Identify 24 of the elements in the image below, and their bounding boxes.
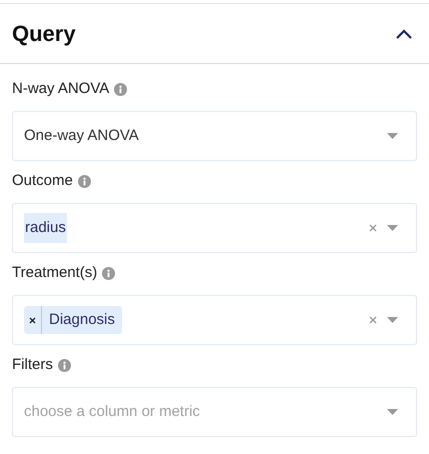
remove-icon[interactable] [29, 316, 36, 324]
field-label: Filters [12, 354, 53, 375]
field-label: Outcome [12, 170, 73, 191]
dropdown-caret-icon[interactable] [387, 317, 398, 323]
select-field[interactable]: One-way ANOVA [12, 111, 417, 161]
selected-value: radius [24, 212, 67, 244]
info-icon[interactable] [114, 82, 128, 96]
field-label: N-way ANOVA [12, 78, 110, 99]
tag-label: Diagnosis [48, 310, 116, 330]
select-field[interactable]: radius [12, 203, 417, 253]
clear-icon[interactable] [369, 224, 377, 232]
info-icon[interactable] [78, 174, 91, 188]
dropdown-caret-icon[interactable] [387, 409, 398, 415]
select-field[interactable]: Diagnosis [12, 295, 417, 345]
panel-title: Query [12, 20, 76, 48]
info-icon[interactable] [58, 358, 71, 372]
field-label: Treatment(s) [12, 262, 98, 283]
dropdown-caret-icon[interactable] [387, 133, 398, 139]
dropdown-caret-icon[interactable] [387, 225, 398, 231]
selected-value: One-way ANOVA [24, 126, 139, 146]
clear-icon[interactable] [369, 316, 377, 324]
chevron-icon [395, 28, 413, 40]
placeholder-text: choose a column or metric [24, 402, 200, 422]
info-icon[interactable] [102, 266, 116, 280]
